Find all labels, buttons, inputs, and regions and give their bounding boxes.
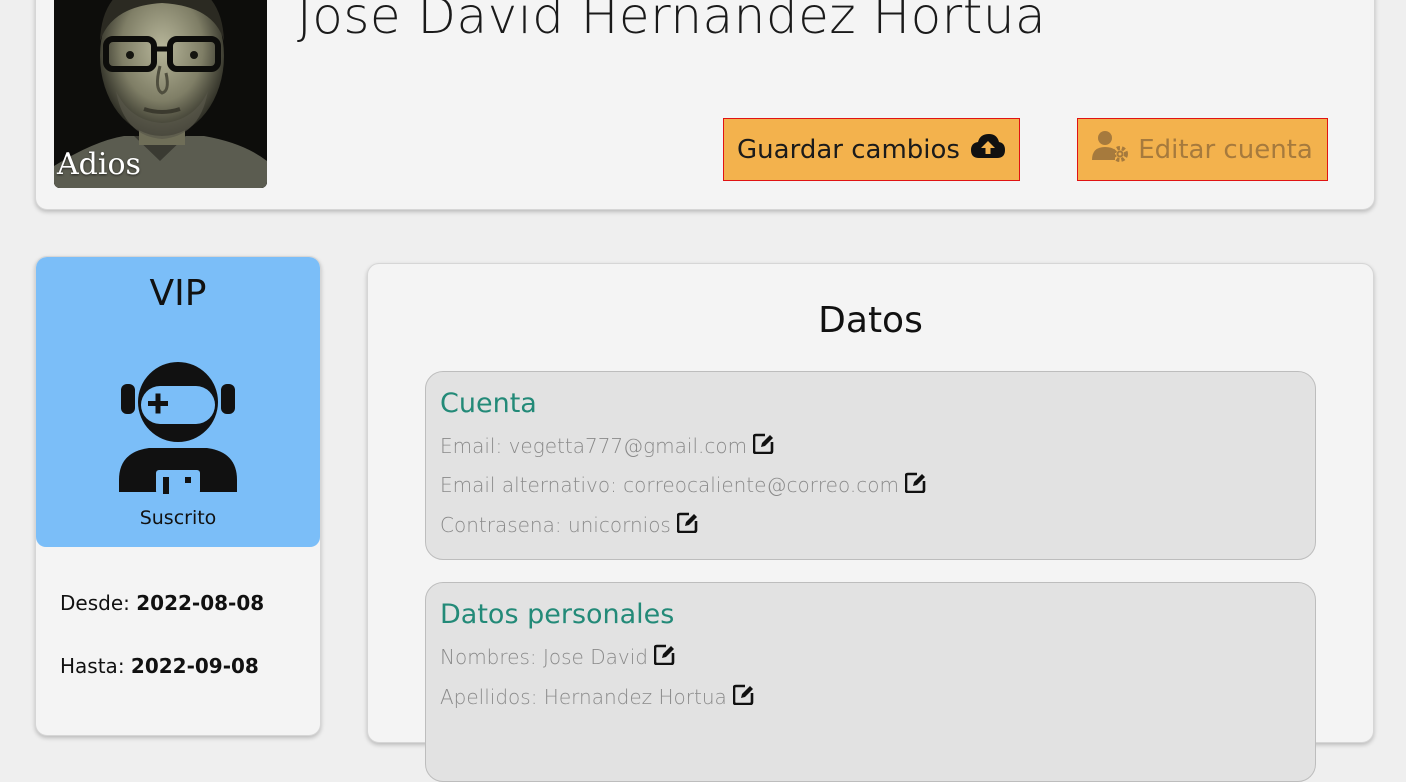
- password-field: Contrasena: unicornios: [440, 511, 699, 538]
- email-text: Email: vegetta777@gmail.com: [440, 433, 748, 458]
- cloud-upload-icon: [970, 132, 1006, 167]
- profile-name: Jose David Hernandez Hortua: [297, 0, 1047, 45]
- data-card: Datos Cuenta Email: vegetta777@gmail.com…: [367, 263, 1374, 782]
- until-label: Hasta:: [60, 654, 125, 678]
- last-names-field: Apellidos: Hernandez Hortua: [440, 683, 755, 710]
- alt-email-text: Email alternativo: correocaliente@correo…: [440, 472, 899, 497]
- until-value: 2022-09-08: [130, 654, 259, 678]
- subscription-tier: VIP: [149, 273, 207, 314]
- account-section-title: Cuenta: [440, 388, 537, 419]
- edit-last-names-icon[interactable]: [732, 683, 755, 710]
- password-text: Contrasena: unicornios: [440, 512, 671, 537]
- account-section: Cuenta Email: vegetta777@gmail.com Email…: [425, 371, 1316, 560]
- since-value: 2022-08-08: [136, 591, 265, 615]
- edit-first-names-icon[interactable]: [653, 643, 676, 670]
- astronaut-icon: [119, 362, 237, 498]
- subscription-until: Hasta: 2022-09-08: [60, 654, 259, 678]
- data-title: Datos: [818, 300, 923, 341]
- edit-account-button[interactable]: Editar cuenta: [1077, 118, 1328, 181]
- profile-avatar[interactable]: Adios: [54, 0, 267, 188]
- subscription-status: Suscrito: [139, 507, 217, 529]
- save-changes-button[interactable]: Guardar cambios: [723, 118, 1020, 181]
- avatar-caption: Adios: [57, 147, 141, 182]
- alt-email-field: Email alternativo: correocaliente@correo…: [440, 471, 927, 498]
- first-names-text: Nombres: Jose David: [440, 644, 648, 669]
- edit-alt-email-icon[interactable]: [904, 471, 927, 498]
- subscription-since: Desde: 2022-08-08: [60, 591, 264, 615]
- personal-section: Datos personales Nombres: Jose David Ape…: [425, 582, 1316, 782]
- edit-email-icon[interactable]: [752, 432, 775, 459]
- edit-account-label: Editar cuenta: [1138, 134, 1313, 165]
- user-gear-icon: [1092, 130, 1129, 169]
- first-names-field: Nombres: Jose David: [440, 643, 676, 670]
- edit-password-icon[interactable]: [676, 511, 699, 538]
- last-names-text: Apellidos: Hernandez Hortua: [440, 684, 727, 709]
- email-field: Email: vegetta777@gmail.com: [440, 432, 775, 459]
- subscription-banner: VIP Suscrito: [36, 257, 320, 547]
- save-changes-label: Guardar cambios: [737, 134, 960, 165]
- since-label: Desde:: [60, 591, 130, 615]
- profile-card: Adios Jose David Hernandez Hortua Guarda…: [35, 0, 1375, 210]
- subscription-card: VIP Suscrito Desde: 2022-08-08 Hasta: 20…: [35, 256, 321, 736]
- personal-section-title: Datos personales: [440, 599, 675, 630]
